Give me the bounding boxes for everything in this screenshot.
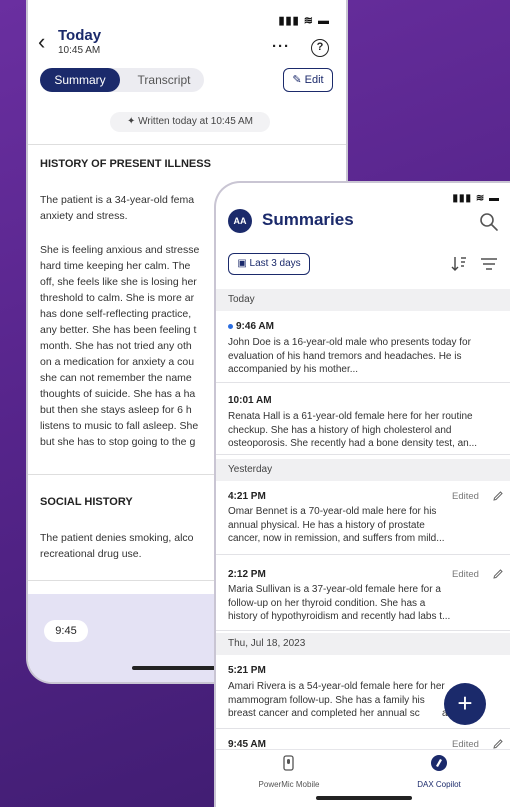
tab-summary[interactable]: Summary <box>40 68 120 92</box>
nav-label: DAX Copilot <box>417 780 461 789</box>
item-summary: John Doe is a 16-year-old male who prese… <box>228 337 471 375</box>
sort-icon[interactable] <box>450 255 468 273</box>
page-title: Summaries <box>262 210 354 229</box>
pencil-icon[interactable] <box>492 568 504 580</box>
summaries-phone-screen: ▮▮▮ ≋ ▬ AA Summaries ▣ Last 3 days Today… <box>214 181 510 807</box>
view-tabs: Summary Transcript <box>40 68 204 92</box>
list-item[interactable]: 9:46 AM John Doe is a 16-year-old male w… <box>216 311 510 383</box>
recording-timer[interactable]: 9:45 <box>44 620 88 642</box>
nav-label: PowerMic Mobile <box>258 780 320 789</box>
tab-transcript[interactable]: Transcript <box>124 68 204 92</box>
page-title: Today <box>58 27 102 44</box>
list-item[interactable]: 2:12 PM Edited Maria Sullivan is a 37-ye… <box>216 555 510 631</box>
section-heading-hpi: HISTORY OF PRESENT ILLNESS <box>40 158 211 170</box>
status-bar: ▮▮▮ ≋ ▬ <box>278 15 330 27</box>
edit-button[interactable]: ✎ Edit <box>283 68 333 92</box>
item-summary: Maria Sullivan is a 37-year-old female h… <box>228 584 451 622</box>
date-filter-chip[interactable]: ▣ Last 3 days <box>228 253 310 275</box>
phone-mic-icon <box>283 755 294 771</box>
dax-copilot-icon <box>431 755 447 771</box>
help-icon[interactable]: ? <box>311 39 329 57</box>
nav-item-powermic[interactable]: PowerMic Mobile <box>234 754 344 789</box>
section-header-today: Today <box>216 289 510 311</box>
item-time: 10:01 AM <box>228 395 272 406</box>
section-header-date: Thu, Jul 18, 2023 <box>216 633 510 655</box>
edited-label: Edited <box>452 569 479 580</box>
home-indicator <box>316 796 412 800</box>
item-time: 4:21 PM <box>228 491 266 502</box>
avatar[interactable]: AA <box>228 209 252 233</box>
list-item[interactable]: 10:01 AM Renata Hall is a 61-year-old fe… <box>216 383 510 455</box>
item-time: 2:12 PM <box>228 569 266 580</box>
pencil-icon[interactable] <box>492 490 504 502</box>
back-arrow-icon[interactable]: ‹ <box>38 31 52 53</box>
more-options-icon[interactable]: ··· <box>272 38 290 55</box>
unread-dot-icon <box>228 323 233 329</box>
item-time: 5:21 PM <box>228 665 266 676</box>
edited-label: Edited <box>452 491 479 502</box>
written-timestamp-badge: ✦ Written today at 10:45 AM <box>110 112 270 132</box>
status-bar: ▮▮▮ ≋ ▬ <box>452 193 500 204</box>
item-summary: Renata Hall is a 61-year-old female here… <box>228 411 478 449</box>
list-item[interactable]: 4:21 PM Edited Omar Bennet is a 70-year-… <box>216 481 510 555</box>
divider <box>28 144 346 145</box>
section-heading-social-history: SOCIAL HISTORY <box>40 496 133 508</box>
search-icon[interactable] <box>479 212 499 232</box>
filter-menu-icon[interactable] <box>480 257 498 271</box>
nav-item-dax-copilot[interactable]: DAX Copilot <box>384 754 494 789</box>
bottom-navigation: PowerMic Mobile DAX Copilot <box>216 749 510 807</box>
item-summary: Omar Bennet is a 70-year-old male here f… <box>228 506 445 544</box>
item-time: 9:46 AM <box>228 321 274 332</box>
section-header-yesterday: Yesterday <box>216 459 510 481</box>
page-time: 10:45 AM <box>58 45 101 56</box>
add-summary-button[interactable]: + <box>444 683 486 725</box>
item-time-text: 9:46 AM <box>236 321 274 332</box>
